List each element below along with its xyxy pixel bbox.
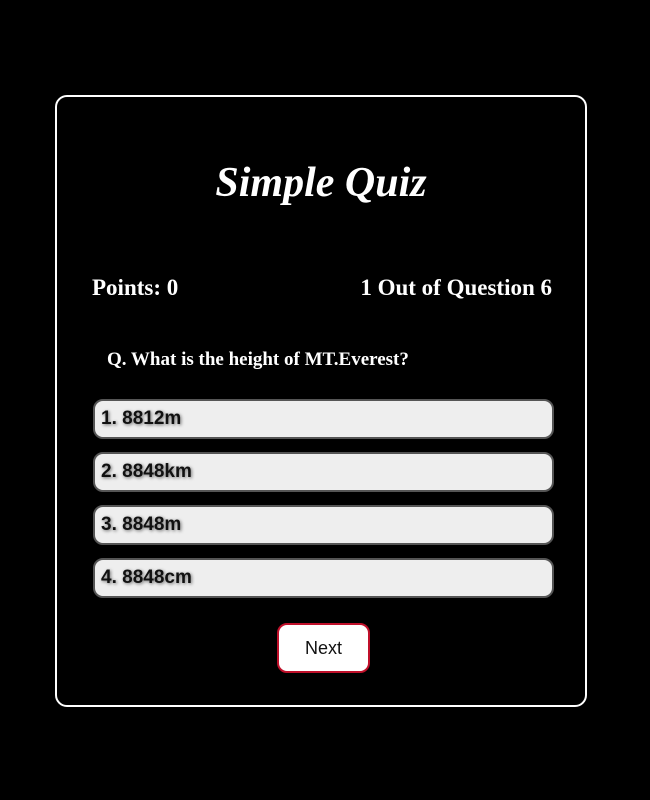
- option-label: 3. 8848m: [101, 514, 182, 535]
- question-text: Q. What is the height of MT.Everest?: [107, 349, 409, 370]
- option-1[interactable]: 1. 8812m: [93, 399, 554, 439]
- option-4[interactable]: 4. 8848cm: [93, 558, 554, 598]
- quiz-card: Simple Quiz Points: 0 1 Out of Question …: [55, 95, 587, 707]
- question-counter: 1 Out of Question 6: [360, 275, 552, 300]
- option-2[interactable]: 2. 8848km: [93, 452, 554, 492]
- options-list: 1. 8812m 2. 8848km 3. 8848m 4. 8848cm: [93, 399, 554, 611]
- next-button[interactable]: Next: [277, 623, 370, 673]
- option-label: 1. 8812m: [101, 408, 182, 429]
- quiz-title: Simple Quiz: [215, 160, 427, 206]
- option-label: 4. 8848cm: [101, 567, 192, 588]
- points-display: Points: 0: [92, 275, 179, 300]
- option-label: 2. 8848km: [101, 461, 192, 482]
- option-3[interactable]: 3. 8848m: [93, 505, 554, 545]
